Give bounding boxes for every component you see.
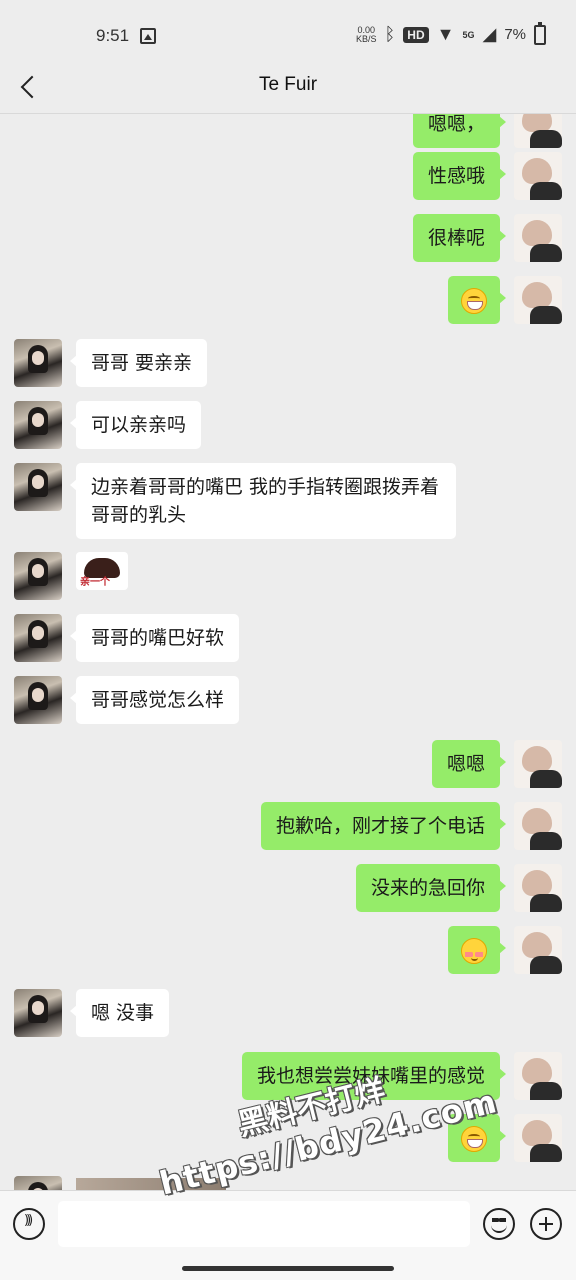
message-bubble[interactable]: 没来的急回你 bbox=[355, 864, 507, 912]
battery-icon bbox=[534, 21, 546, 45]
sticker-text: 亲一个 bbox=[80, 577, 110, 588]
chat-title: Te Fuir bbox=[258, 74, 318, 95]
emoji-picker-icon[interactable] bbox=[483, 1208, 515, 1240]
grin-emoji-icon bbox=[461, 1125, 487, 1152]
message-row: 亲一个 bbox=[0, 552, 576, 606]
message-bubble[interactable]: 嗯嗯， bbox=[412, 114, 507, 148]
contact-avatar[interactable] bbox=[14, 339, 62, 387]
self-avatar[interactable] bbox=[514, 276, 562, 324]
message-row: 哥哥感觉怎么样 bbox=[0, 676, 576, 730]
contact-avatar[interactable] bbox=[14, 676, 62, 724]
self-avatar[interactable] bbox=[514, 1114, 562, 1162]
message-bubble[interactable]: 性感哦 bbox=[412, 152, 507, 200]
message-bubble[interactable]: 可以亲亲吗 bbox=[69, 401, 202, 449]
message-row bbox=[0, 1114, 576, 1168]
self-avatar[interactable] bbox=[514, 926, 562, 974]
wifi-icon: ▼ bbox=[436, 24, 455, 44]
self-avatar[interactable] bbox=[514, 214, 562, 262]
contact-avatar[interactable] bbox=[14, 1176, 62, 1190]
message-row: 嗯 没事 bbox=[0, 989, 576, 1043]
message-row: 边亲着哥哥的嘴巴 我的手指转圈跟拨弄着哥哥的乳头 bbox=[0, 463, 576, 543]
home-indicator[interactable] bbox=[182, 1266, 394, 1271]
battery-percent: 7% bbox=[504, 26, 526, 43]
input-bar bbox=[0, 1190, 576, 1256]
message-row: 可以亲亲吗 bbox=[0, 401, 576, 455]
message-row: 很棒呢 bbox=[0, 214, 576, 268]
grin-emoji-icon bbox=[461, 287, 487, 314]
contact-avatar[interactable] bbox=[14, 989, 62, 1037]
penguin-sticker[interactable]: 亲一个 bbox=[76, 552, 128, 590]
self-avatar[interactable] bbox=[514, 864, 562, 912]
bluetooth-icon: ᛒ bbox=[384, 24, 396, 44]
self-avatar[interactable] bbox=[514, 802, 562, 850]
message-bubble[interactable]: 哥哥 要亲亲 bbox=[69, 339, 208, 387]
message-row: 抱歉哈，刚才接了个电话 bbox=[0, 802, 576, 856]
contact-avatar[interactable] bbox=[14, 552, 62, 600]
contact-avatar[interactable] bbox=[14, 401, 62, 449]
network-type: 5G bbox=[462, 29, 475, 40]
message-row: 嗯嗯 bbox=[0, 740, 576, 794]
net-speed: 0.00 KB/S bbox=[355, 25, 377, 44]
voice-input-icon[interactable] bbox=[13, 1208, 45, 1240]
self-avatar[interactable] bbox=[514, 114, 562, 148]
message-input[interactable] bbox=[58, 1201, 470, 1247]
message-bubble[interactable] bbox=[448, 276, 506, 324]
contact-avatar[interactable] bbox=[14, 463, 62, 511]
gesture-bar bbox=[0, 1256, 576, 1280]
status-icons: 0.00 KB/S ᛒ HD ▼ 5G ◢ 7% bbox=[355, 21, 546, 45]
hd-badge: HD bbox=[403, 26, 429, 43]
message-row: 哥哥 要亲亲 bbox=[0, 339, 576, 393]
message-row: 嗯嗯， bbox=[0, 114, 576, 154]
self-avatar[interactable] bbox=[514, 740, 562, 788]
message-row bbox=[0, 276, 576, 330]
message-bubble[interactable]: 我也想尝尝妹妹嘴里的感觉 bbox=[241, 1052, 507, 1100]
image-notification-icon bbox=[140, 28, 156, 44]
image-message-thumbnail[interactable] bbox=[76, 1178, 226, 1190]
message-row: 没来的急回你 bbox=[0, 864, 576, 918]
message-bubble[interactable]: 很棒呢 bbox=[412, 214, 507, 262]
chat-header: Te Fuir bbox=[0, 60, 576, 114]
message-row: 性感哦 bbox=[0, 152, 576, 206]
message-row: 哥哥的嘴巴好软 bbox=[0, 614, 576, 668]
message-bubble[interactable] bbox=[448, 1114, 506, 1162]
message-row bbox=[0, 926, 576, 980]
message-bubble[interactable] bbox=[448, 926, 506, 974]
status-time: 9:51 bbox=[96, 26, 130, 45]
more-actions-plus-icon[interactable] bbox=[530, 1208, 562, 1240]
message-row: 我也想尝尝妹妹嘴里的感觉 bbox=[0, 1052, 576, 1106]
message-bubble[interactable]: 哥哥的嘴巴好软 bbox=[69, 614, 240, 662]
blush-emoji-icon bbox=[461, 937, 487, 964]
message-bubble[interactable]: 哥哥感觉怎么样 bbox=[69, 676, 240, 724]
net-speed-unit: KB/S bbox=[355, 33, 377, 44]
self-avatar[interactable] bbox=[514, 1052, 562, 1100]
self-avatar[interactable] bbox=[514, 152, 562, 200]
signal-icon: ◢ bbox=[482, 24, 497, 44]
message-bubble[interactable]: 嗯 没事 bbox=[69, 989, 170, 1037]
chat-message-list[interactable]: 嗯嗯， 性感哦 很棒呢 哥哥 要亲亲 可以亲亲吗 边亲着哥哥的嘴巴 我的手指转圈… bbox=[0, 114, 576, 1190]
message-bubble[interactable]: 边亲着哥哥的嘴巴 我的手指转圈跟拨弄着哥哥的乳头 bbox=[70, 463, 456, 539]
message-bubble[interactable]: 嗯嗯 bbox=[431, 740, 507, 788]
contact-avatar[interactable] bbox=[14, 614, 62, 662]
message-bubble[interactable]: 抱歉哈，刚才接了个电话 bbox=[260, 802, 507, 850]
